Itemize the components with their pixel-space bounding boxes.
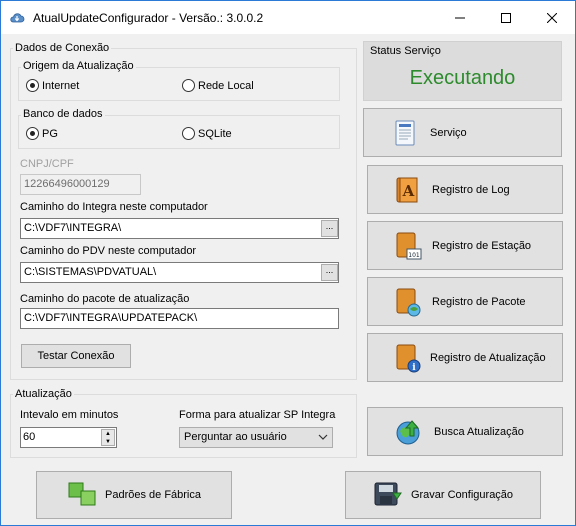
svg-text:A: A: [402, 182, 415, 200]
factory-defaults-icon: [68, 482, 96, 506]
globe-download-icon: [396, 419, 420, 444]
integra-browse-button[interactable]: ...: [321, 220, 338, 237]
intervalo-value: 60: [23, 431, 36, 443]
origem-group: Origem da Atualização Internet Rede Loca…: [18, 60, 340, 101]
minimize-icon: [455, 17, 465, 18]
registro-pacote-label: Registro de Pacote: [432, 295, 526, 308]
radio-rede-local-circle: [182, 79, 195, 92]
padroes-fabrica-label: Padrões de Fábrica: [105, 489, 201, 501]
pacote-book-icon: [396, 288, 421, 316]
busca-atualizacao-button[interactable]: Busca Atualização: [367, 407, 563, 456]
spinner-up-icon[interactable]: ▲: [102, 430, 114, 438]
dados-conexao-group: Dados de Conexão Origem da Atualização I…: [10, 42, 357, 380]
dados-conexao-legend: Dados de Conexão: [13, 42, 112, 54]
busca-atualizacao-label: Busca Atualização: [434, 425, 524, 438]
estacao-book-icon: 101: [396, 232, 422, 259]
testar-conexao-button[interactable]: Testar Conexão: [21, 344, 131, 368]
log-book-icon: A: [396, 177, 418, 202]
radio-internet-label: Internet: [42, 79, 80, 92]
main-window: AtualUpdateConfigurador - Versão.: 3.0.0…: [0, 0, 576, 526]
forma-label: Forma para atualizar SP Integra: [179, 409, 336, 421]
pdv-path-label: Caminho do PDV neste computador: [20, 245, 197, 257]
registro-atualizacao-button[interactable]: i Registro de Atualização: [367, 333, 563, 382]
servico-label: Serviço: [430, 126, 467, 139]
registro-log-button[interactable]: A Registro de Log: [367, 165, 563, 214]
registro-estacao-label: Registro de Estação: [432, 239, 532, 252]
close-button[interactable]: [529, 1, 575, 34]
radio-pg-label: PG: [42, 127, 58, 140]
atualizacao-legend: Atualização: [13, 388, 74, 400]
banco-legend: Banco de dados: [21, 108, 105, 120]
cnpj-label: CNPJ/CPF: [20, 158, 74, 170]
registro-estacao-button[interactable]: 101 Registro de Estação: [367, 221, 563, 270]
save-disk-icon: [374, 482, 402, 506]
service-document-icon: [395, 120, 415, 145]
radio-pg[interactable]: PG: [26, 127, 58, 140]
pacote-path-label: Caminho do pacote de atualização: [20, 293, 190, 305]
maximize-icon: [501, 12, 511, 23]
intervalo-spinner[interactable]: 60 ▲ ▼: [20, 427, 117, 448]
radio-internet-circle: [26, 79, 39, 92]
integra-path-field[interactable]: C:\VDF7\INTEGRA\: [20, 218, 339, 239]
radio-rede-local[interactable]: Rede Local: [182, 79, 254, 92]
intervalo-label: Intevalo em minutos: [20, 409, 119, 421]
servico-button[interactable]: Serviço: [363, 108, 562, 157]
atualizacao-group: Atualização Intevalo em minutos 60 ▲ ▼ F…: [10, 388, 357, 458]
cnpj-field: 12266496000129: [20, 174, 141, 195]
registro-log-label: Registro de Log: [432, 183, 510, 196]
registro-atualizacao-label: Registro de Atualização: [430, 351, 546, 364]
pdv-path-field[interactable]: C:\SISTEMAS\PDVATUAL\: [20, 262, 339, 283]
status-panel: Status Serviço Executando: [363, 41, 562, 101]
status-value: Executando: [409, 67, 516, 89]
spinner-arrows[interactable]: ▲ ▼: [101, 429, 115, 446]
app-cloud-icon: [10, 13, 25, 23]
radio-sqlite-circle: [182, 127, 195, 140]
gravar-configuracao-button[interactable]: Gravar Configuração: [345, 471, 541, 519]
window-title: AtualUpdateConfigurador - Versão.: 3.0.0…: [33, 11, 264, 25]
svg-text:101: 101: [408, 252, 420, 259]
close-icon: [547, 12, 557, 23]
forma-selected-value: Perguntar ao usuário: [184, 431, 287, 443]
svg-text:i: i: [412, 363, 416, 373]
registro-pacote-button[interactable]: Registro de Pacote: [367, 277, 563, 326]
origem-legend: Origem da Atualização: [21, 60, 136, 72]
title-bar: AtualUpdateConfigurador - Versão.: 3.0.0…: [1, 1, 575, 34]
integra-path-label: Caminho do Integra neste computador: [20, 201, 208, 213]
gravar-configuracao-label: Gravar Configuração: [410, 489, 514, 501]
radio-rede-local-label: Rede Local: [198, 79, 254, 92]
radio-internet[interactable]: Internet: [26, 79, 79, 92]
radio-sqlite-label: SQLite: [198, 127, 232, 140]
padroes-fabrica-button[interactable]: Padrões de Fábrica: [36, 471, 232, 519]
banco-group: Banco de dados PG SQLite: [18, 108, 340, 149]
pacote-path-field[interactable]: C:\VDF7\INTEGRA\UPDATEPACK\: [20, 308, 339, 329]
atualizacao-book-icon: i: [396, 344, 421, 373]
radio-pg-circle: [26, 127, 39, 140]
forma-select[interactable]: Perguntar ao usuário: [179, 427, 333, 448]
maximize-button[interactable]: [483, 1, 529, 34]
chevron-down-icon: [318, 434, 328, 440]
minimize-button[interactable]: [437, 1, 483, 34]
pdv-browse-button[interactable]: ...: [321, 264, 338, 281]
status-title: Status Serviço: [370, 45, 441, 57]
spinner-down-icon[interactable]: ▼: [102, 438, 114, 446]
radio-sqlite[interactable]: SQLite: [182, 127, 232, 140]
